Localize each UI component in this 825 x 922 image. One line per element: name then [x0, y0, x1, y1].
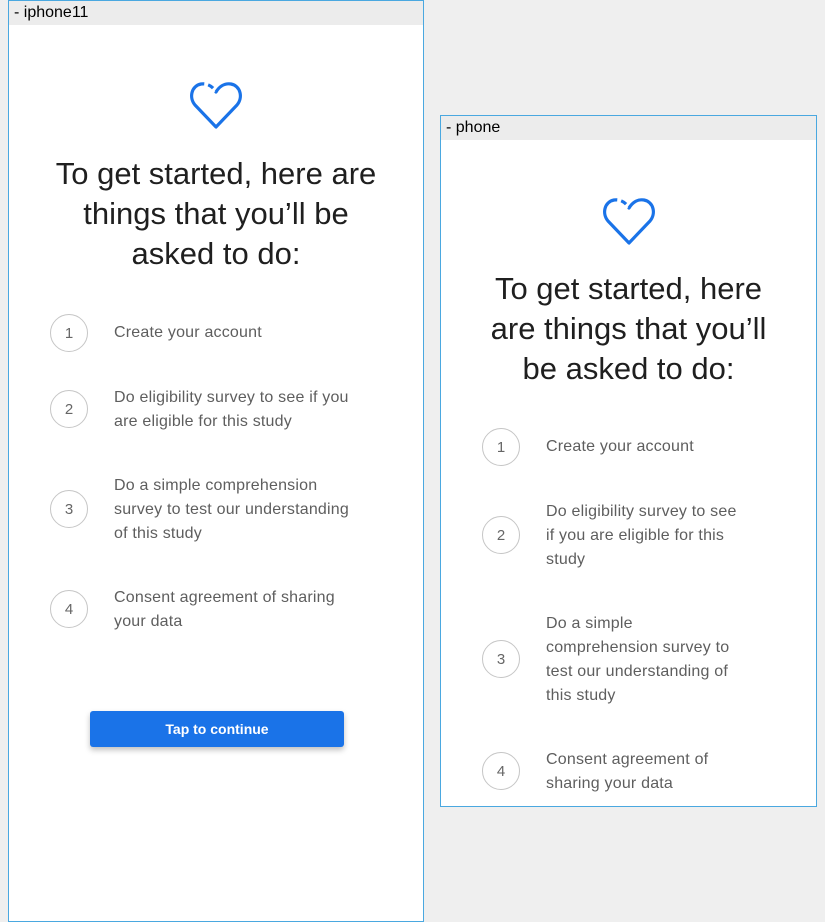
step-description: Consent agreement of sharing your data: [114, 586, 335, 634]
step-description: Do a simple comprehension survey to test…: [546, 612, 729, 708]
step-description: Create your account: [114, 321, 262, 345]
step-number-badge: 2: [50, 390, 88, 428]
frame-label: - iphone11: [9, 1, 423, 25]
step-line: of this study: [114, 525, 202, 542]
step-line: Consent agreement of: [546, 751, 709, 768]
step-number-badge: 1: [482, 428, 520, 466]
step-line: are eligible for this study: [114, 413, 292, 430]
title-line: are things that you’ll: [490, 311, 767, 346]
heart-icon: [190, 82, 242, 129]
step-line: sharing your data: [546, 775, 674, 792]
step-number-badge: 1: [50, 314, 88, 352]
title-line: things that you’ll be: [83, 196, 349, 231]
step-line: Do a simple comprehension: [114, 477, 318, 494]
step-description: Create your account: [546, 435, 694, 459]
step-line: Consent agreement of sharing: [114, 589, 335, 606]
step-line: this study: [546, 687, 616, 704]
step-line: Create your account: [546, 438, 694, 455]
step-line: comprehension survey to: [546, 639, 730, 656]
frame-label: - phone: [441, 116, 816, 140]
tap-to-continue-button[interactable]: Tap to continue: [90, 711, 344, 747]
title-line: asked to do:: [131, 236, 301, 271]
step-description: Do a simple comprehension survey to test…: [114, 474, 349, 546]
step-number-badge: 3: [482, 640, 520, 678]
step-line: Create your account: [114, 324, 262, 341]
step-line: Do eligibility survey to see: [546, 503, 737, 520]
step-line: study: [546, 551, 586, 568]
step-number-badge: 4: [482, 752, 520, 790]
page-title: To get started, here are things that you…: [441, 269, 816, 389]
title-line: To get started, here are: [55, 156, 377, 191]
step-description: Do eligibility survey to see if you are …: [546, 500, 737, 572]
iphone11-frame: - iphone11 To get started, here are thin…: [8, 0, 424, 922]
step-line: Do a simple: [546, 615, 633, 632]
step-description: Consent agreement of sharing your data: [546, 748, 708, 796]
step-line: your data: [114, 613, 183, 630]
step-line: survey to test our understanding: [114, 501, 349, 518]
page-title: To get started, here are things that you…: [9, 154, 423, 274]
step-number-badge: 2: [482, 516, 520, 554]
step-number-badge: 3: [50, 490, 88, 528]
step-description: Do eligibility survey to see if you are …: [114, 386, 349, 434]
title-line: be asked to do:: [522, 351, 735, 386]
step-line: test our understanding of: [546, 663, 729, 680]
title-line: To get started, here: [494, 271, 763, 306]
step-line: Do eligibility survey to see if you: [114, 389, 349, 406]
phone-frame: - phone To get started, here are things …: [440, 115, 817, 807]
step-line: if you are eligible for this: [546, 527, 725, 544]
step-number-badge: 4: [50, 590, 88, 628]
heart-icon: [602, 198, 655, 245]
